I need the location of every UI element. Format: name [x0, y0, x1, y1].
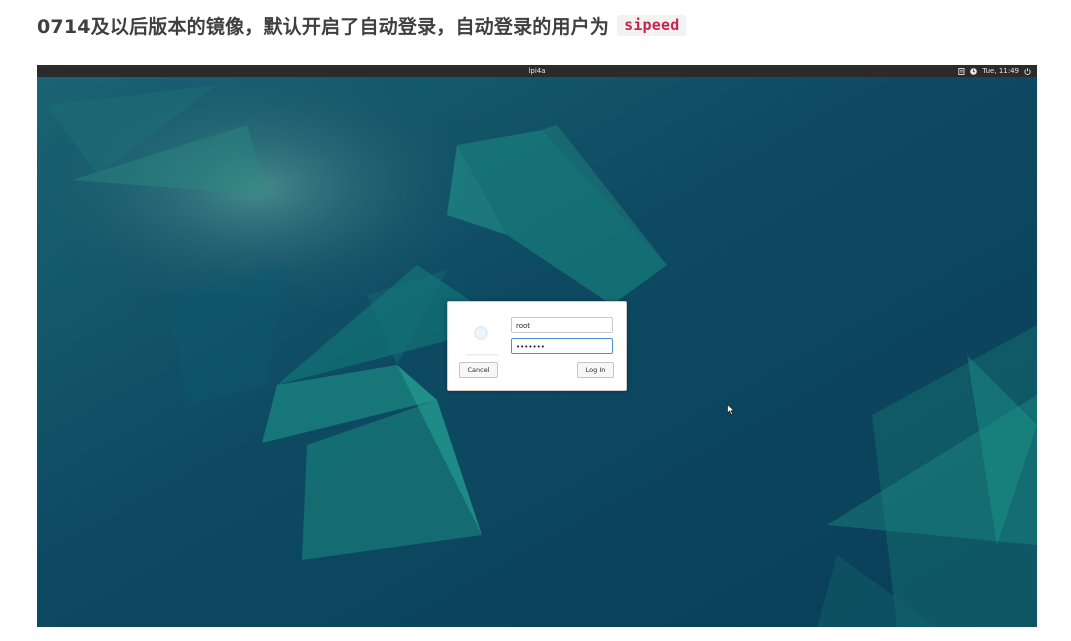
power-icon[interactable] [1024, 67, 1031, 75]
password-field[interactable]: ••••••• [511, 338, 613, 354]
heading-text: 0714及以后版本的镜像，默认开启了自动登录，自动登录的用户为 [37, 15, 610, 38]
hostname-label: lpi4a [528, 67, 546, 75]
notes-icon[interactable] [958, 67, 965, 75]
top-bar: lpi4a Tue, 11:49 [37, 65, 1037, 77]
login-dialog: root ••••••• Cancel Log In [447, 301, 627, 391]
doc-heading: 0714及以后版本的镜像，默认开启了自动登录，自动登录的用户为 sipeed [37, 9, 687, 41]
clock-icon [970, 67, 978, 75]
user-avatar-icon [466, 326, 498, 356]
username-field[interactable]: root [511, 317, 613, 333]
inline-code-username: sipeed [617, 14, 687, 36]
login-button[interactable]: Log In [577, 362, 614, 378]
cancel-button[interactable]: Cancel [459, 362, 498, 378]
desktop-screenshot: lpi4a Tue, 11:49 root ••••••• Cancel Log… [37, 65, 1037, 627]
top-bar-status-area: Tue, 11:49 [958, 65, 1031, 77]
mouse-pointer-icon [727, 404, 735, 416]
clock-label[interactable]: Tue, 11:49 [982, 65, 1019, 77]
